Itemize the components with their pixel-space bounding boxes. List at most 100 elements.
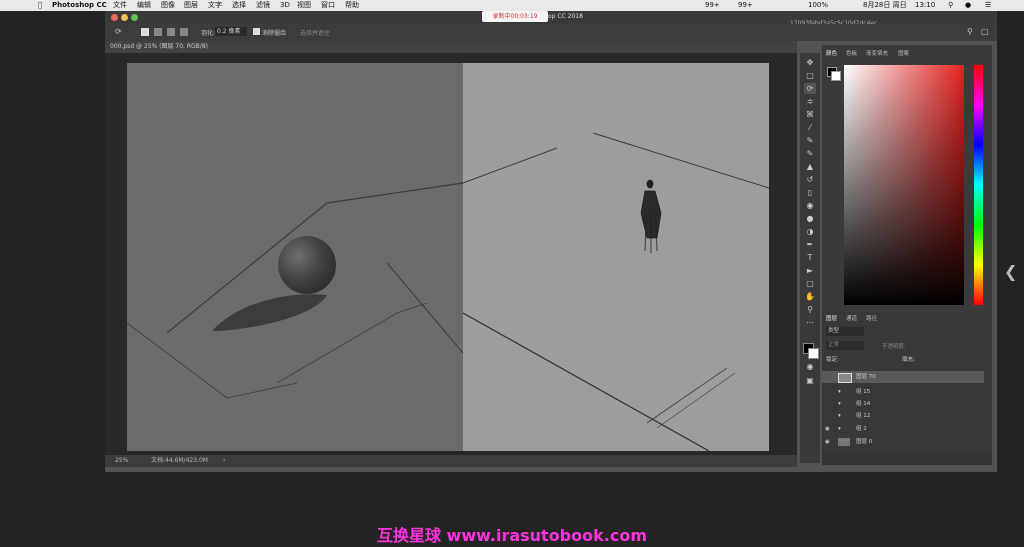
tab-paths[interactable]: 路径 [866, 314, 877, 322]
menu-file[interactable]: 文件 [113, 0, 127, 11]
tab-patterns[interactable]: 图案 [898, 49, 909, 57]
path-select-tool-icon[interactable]: ► [804, 265, 816, 276]
menu-layer[interactable]: 图层 [184, 0, 198, 11]
rectangle-tool-icon[interactable]: ▢ [804, 278, 816, 289]
file-info: 文档:44.6M/423.0M [151, 457, 208, 464]
tab-channels[interactable]: 通道 [846, 314, 857, 322]
paint-bucket-tool-icon[interactable]: ◉ [804, 200, 816, 211]
folder-icon: ▾ [838, 426, 841, 432]
brush-tool-icon[interactable]: ✎ [804, 148, 816, 159]
crop-tool-icon[interactable]: ⌘ [804, 109, 816, 120]
eye-icon[interactable]: ◉ [825, 436, 830, 448]
layer-row[interactable]: 图层 70 [822, 371, 984, 383]
menu-view[interactable]: 视图 [297, 0, 311, 11]
history-brush-tool-icon[interactable]: ↺ [804, 174, 816, 185]
minimize-icon[interactable] [121, 14, 128, 21]
workspace-icon[interactable]: ▢ [981, 27, 989, 36]
menu-image[interactable]: 图像 [161, 0, 175, 11]
status-bar: 25% 文档:44.6M/423.0M › [105, 455, 797, 467]
lasso-tool-icon[interactable]: ⟳ [804, 83, 816, 94]
menu-window[interactable]: 窗口 [321, 0, 335, 11]
mac-menubar:  Photoshop CC 文件 编辑 图像 图层 文字 选择 滤镜 3D 视… [0, 0, 1024, 11]
chevron-left-icon[interactable]: ❮ [1004, 262, 1017, 281]
blur-tool-icon[interactable]: ● [804, 213, 816, 224]
anti-alias-checkbox[interactable] [253, 28, 260, 35]
close-icon[interactable] [111, 14, 118, 21]
menubar-time[interactable]: 13:10 [915, 0, 935, 11]
type-tool-icon[interactable]: T [804, 252, 816, 263]
marquee-tool-icon[interactable]: □ [804, 70, 816, 81]
menu-filter[interactable]: 滤镜 [256, 0, 270, 11]
color-field[interactable] [844, 65, 964, 305]
menu-type[interactable]: 文字 [208, 0, 222, 11]
menubar-date[interactable]: 8月28日 周日 [863, 0, 907, 11]
layer-row[interactable]: ◉ 图层 0 [822, 436, 984, 448]
window-title: op CC 2018 [548, 13, 583, 20]
menu-3d[interactable]: 3D [280, 0, 290, 11]
maximize-icon[interactable] [131, 14, 138, 21]
menu-app-name[interactable]: Photoshop CC [52, 0, 107, 11]
stamp-tool-icon[interactable]: ▲ [804, 161, 816, 172]
layer-name: 图层 0 [856, 439, 873, 445]
layer-name: 组 2 [856, 426, 867, 432]
hue-slider[interactable] [974, 65, 983, 305]
apple-icon[interactable]:  [38, 0, 42, 11]
layer-name: 组 14 [856, 401, 871, 407]
blend-mode-select[interactable]: 正常 [826, 341, 864, 350]
search-icon[interactable]: ⚲ [948, 0, 953, 11]
options-bar: ⟳ 羽化: 0.2 像素 消除锯齿 选择并遮住 ⚲ ▢ [105, 24, 997, 41]
status-badge-2[interactable]: 99+ [738, 0, 753, 11]
menu-edit[interactable]: 编辑 [137, 0, 151, 11]
hand-tool-icon[interactable]: ✋ [804, 291, 816, 302]
dodge-tool-icon[interactable]: ◑ [804, 226, 816, 237]
zoom-tool-icon[interactable]: ⚲ [804, 304, 816, 315]
status-arrow-icon[interactable]: › [223, 455, 225, 467]
document-tabbar [105, 41, 797, 53]
search-icon[interactable]: ⚲ [967, 27, 973, 36]
layer-row[interactable]: ▾ 组 15 [822, 386, 984, 398]
battery-percent[interactable]: 100% [808, 0, 828, 11]
canvas-artwork[interactable] [127, 63, 769, 451]
more-tools-icon[interactable]: ⋯ [804, 317, 816, 328]
menu-list-icon[interactable]: ☰ [985, 0, 991, 11]
tab-gradients[interactable]: 渐变填充 [866, 49, 888, 57]
pen-tool-icon[interactable]: ✒ [804, 239, 816, 250]
feather-input[interactable]: 0.2 像素 [215, 27, 247, 36]
screen-mode-icon[interactable]: ▣ [804, 375, 816, 386]
layers-footer [822, 452, 992, 465]
tab-color[interactable]: 颜色 [826, 49, 837, 57]
intersect-selection-icon[interactable] [180, 28, 188, 36]
eyedropper-tool-icon[interactable]: ⁄ [804, 122, 816, 133]
quick-select-tool-icon[interactable]: ≑ [804, 96, 816, 107]
eraser-tool-icon[interactable]: ▯ [804, 187, 816, 198]
menu-help[interactable]: 帮助 [345, 0, 359, 11]
layer-row[interactable]: ▾ 组 12 [822, 410, 984, 422]
recording-badge[interactable]: 录制中00:03:19 [482, 11, 548, 22]
layer-kind-filter[interactable]: 类型 [826, 327, 864, 336]
subtract-selection-icon[interactable] [167, 28, 175, 36]
canvas-right-panel [463, 63, 769, 451]
color-bg-swatch[interactable] [831, 71, 841, 81]
sphere-sketch [278, 236, 336, 294]
new-selection-icon[interactable] [141, 28, 149, 36]
add-selection-icon[interactable] [154, 28, 162, 36]
layer-row[interactable]: ◉ ▾ 组 2 [822, 423, 984, 435]
zoom-value[interactable]: 25% [115, 455, 128, 467]
background-color-swatch[interactable] [808, 348, 819, 359]
opacity-label: 不透明度: [882, 344, 906, 350]
eye-icon[interactable]: ◉ [825, 423, 830, 435]
layer-row[interactable]: ▾ 组 14 [822, 398, 984, 410]
tab-layers[interactable]: 图层 [826, 314, 837, 322]
document-tab[interactable]: 000.psd @ 25% (图层 70, RGB/8) [110, 42, 208, 52]
quick-mask-icon[interactable]: ◉ [804, 361, 816, 372]
tab-swatches[interactable]: 色板 [846, 49, 857, 57]
select-mask-button[interactable]: 选择并遮住 [300, 28, 330, 37]
healing-tool-icon[interactable]: ✎ [804, 135, 816, 146]
menu-select[interactable]: 选择 [232, 0, 246, 11]
status-badge-1[interactable]: 99+ [705, 0, 720, 11]
layer-name: 组 15 [856, 389, 871, 395]
lasso-icon[interactable]: ⟳ [115, 27, 122, 36]
move-tool-icon[interactable]: ✥ [804, 57, 816, 68]
layer-name: 图层 70 [856, 374, 876, 380]
user-icon[interactable]: ● [965, 0, 971, 11]
